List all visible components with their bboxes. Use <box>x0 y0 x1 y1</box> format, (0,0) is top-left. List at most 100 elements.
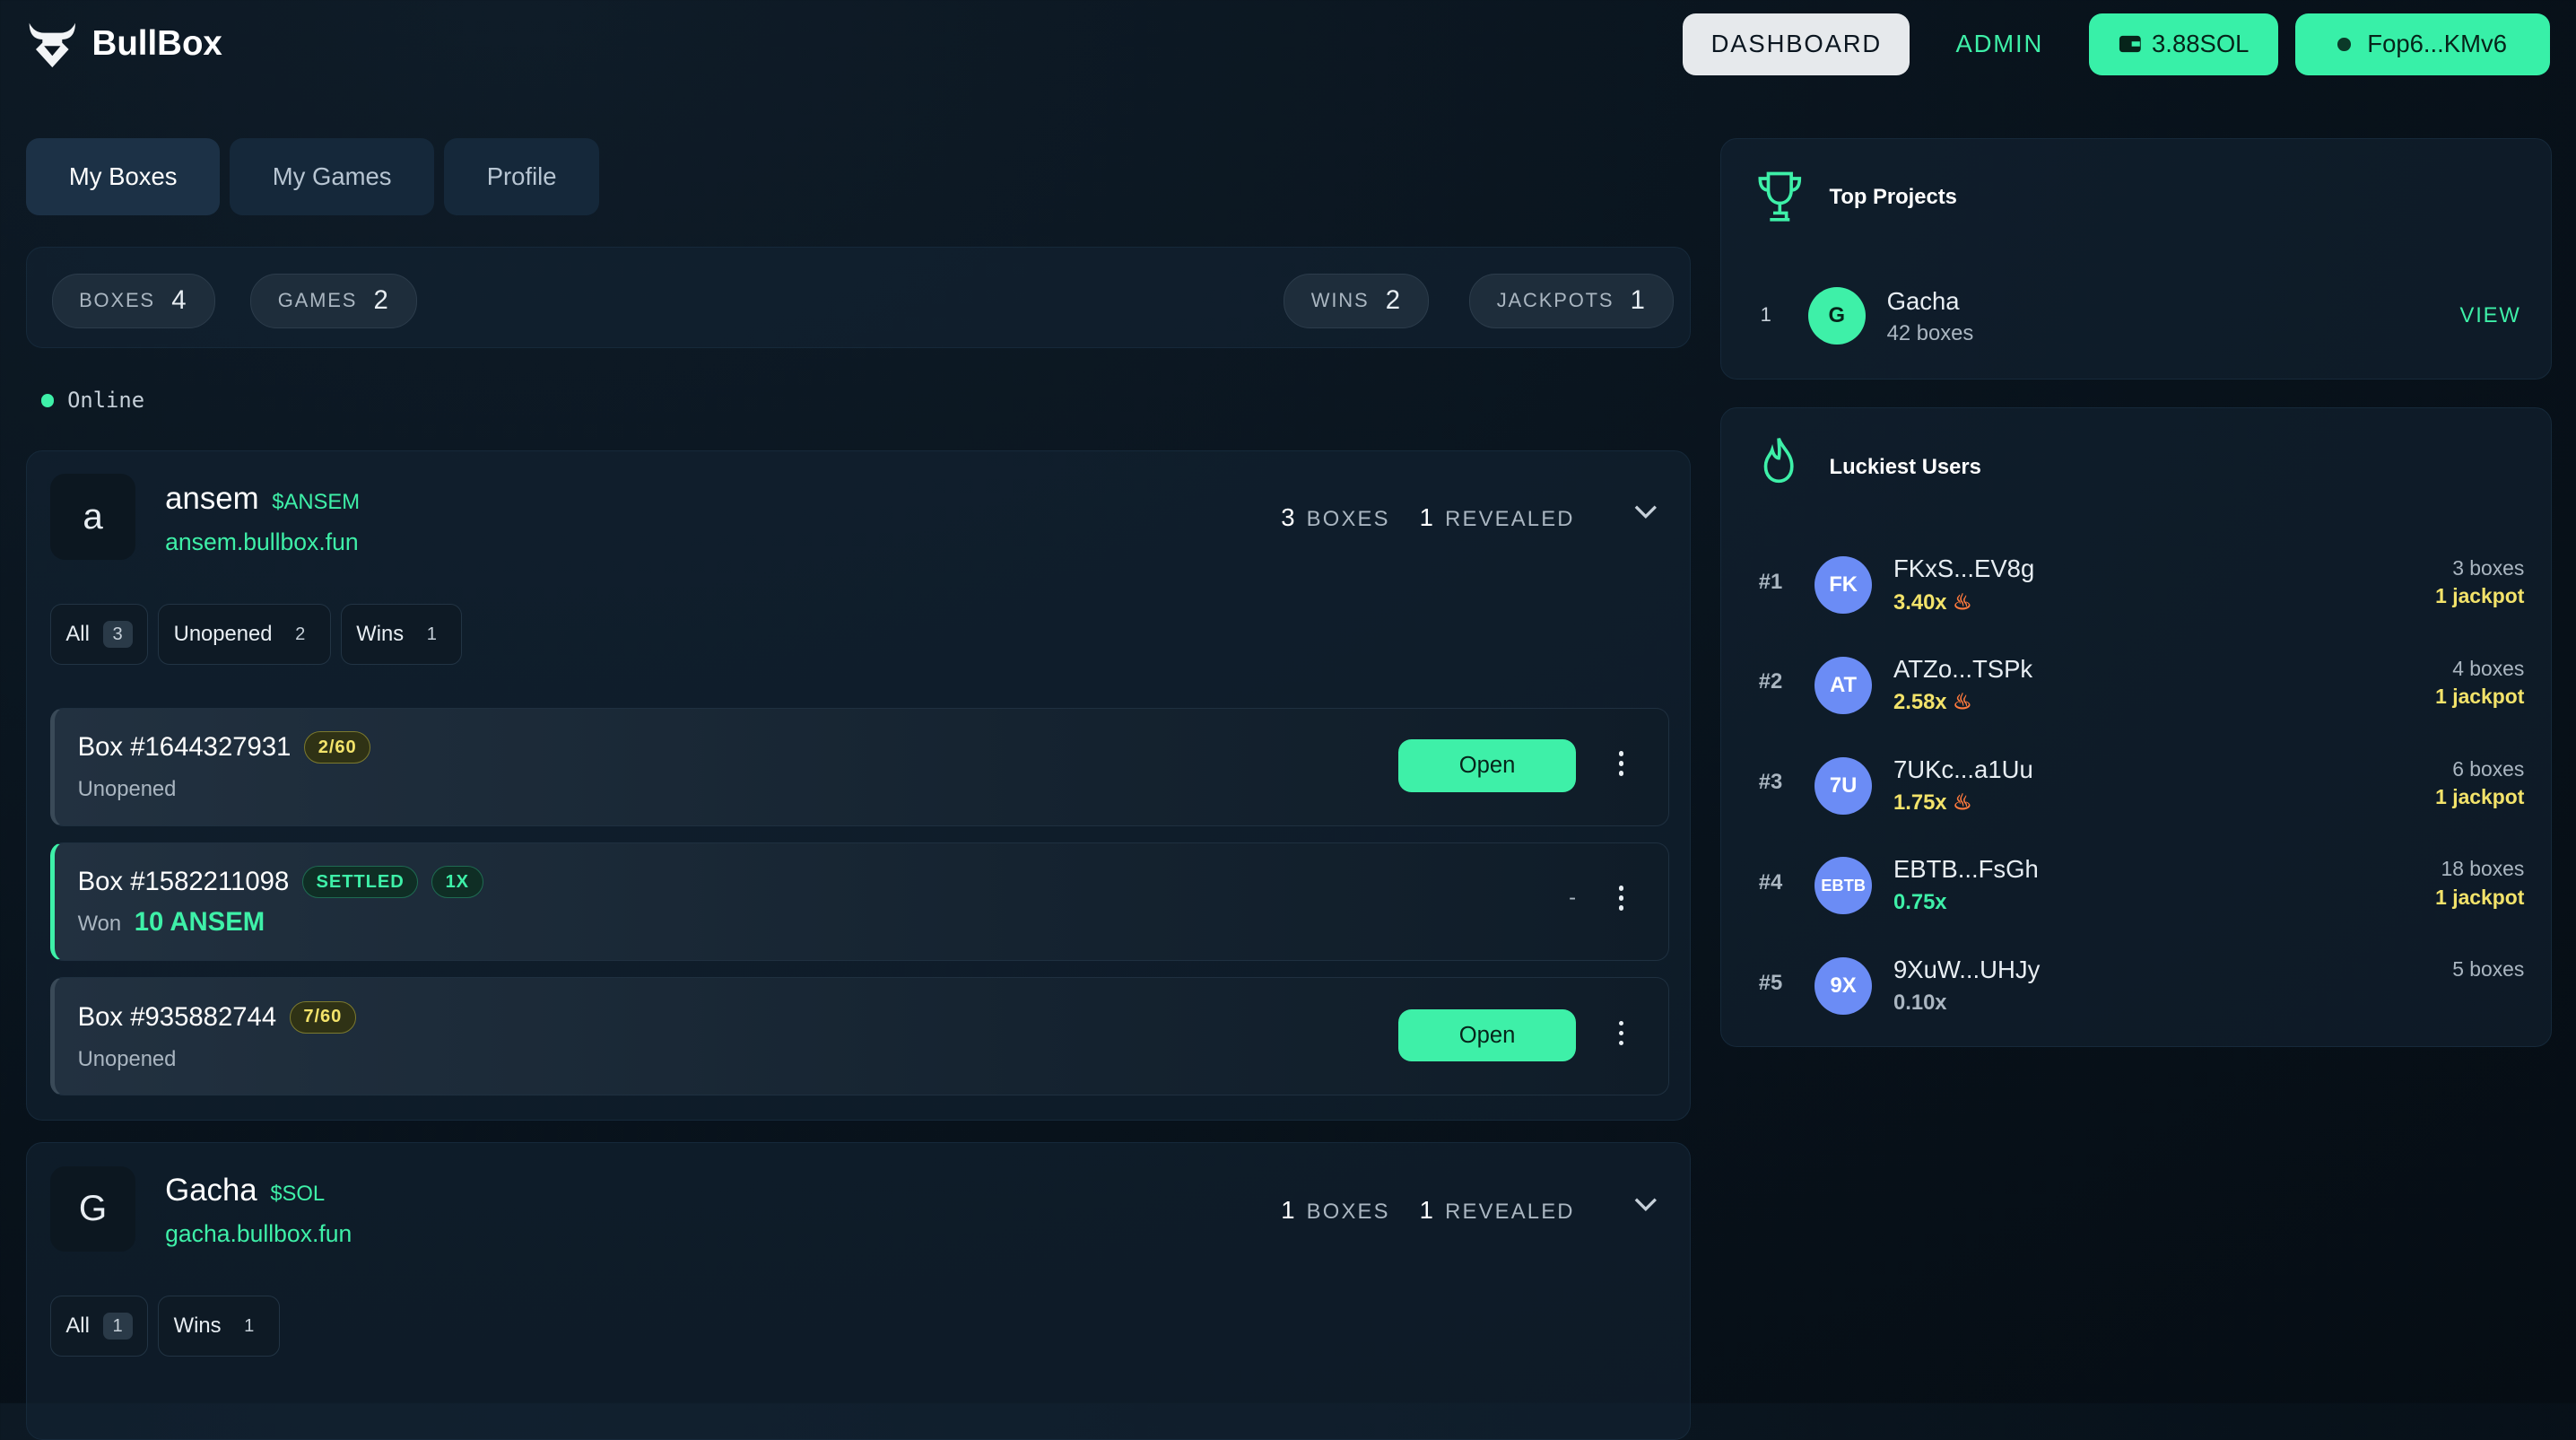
chevron-down-icon[interactable] <box>1634 503 1658 519</box>
filter-all[interactable]: All 1 <box>49 1296 149 1357</box>
box-item[interactable]: Box #935882744 7/60 Unopened Open <box>49 976 1669 1095</box>
stat-value: 4 <box>171 285 188 316</box>
revealed-count: 1 <box>1419 503 1436 532</box>
box-filters: All 3 Unopened 2 Wins 1 <box>49 604 463 666</box>
user-jackpot: 1 jackpot <box>2435 784 2525 808</box>
filter-count: 3 <box>102 620 133 649</box>
tab-my-games[interactable]: My Games <box>230 137 435 215</box>
more-icon[interactable] <box>1618 1020 1625 1051</box>
brand-logo[interactable]: BullBox <box>26 20 222 69</box>
project-boxes: 3 BOXES <box>1281 503 1389 532</box>
filter-wins[interactable]: Wins 1 <box>340 604 463 666</box>
result-label: Won <box>77 912 122 937</box>
filter-count: 1 <box>426 624 437 644</box>
fire-icon: ♨ <box>1953 589 1972 615</box>
box-item[interactable]: Box #1582211098 SETTLED 1X Won 10 ANSEM - <box>49 842 1669 961</box>
box-id: Box #1644327931 <box>77 732 292 763</box>
brand-name: BullBox <box>91 24 222 64</box>
nav-dashboard[interactable]: DASHBOARD <box>1683 13 1910 76</box>
tab-profile[interactable]: Profile <box>444 137 600 215</box>
user-row[interactable]: #2 AT ATZo...TSPk 2.58x ♨ 4 boxes 1 jackp… <box>1721 649 2551 724</box>
user-jackpot: 1 jackpot <box>2435 685 2525 709</box>
project-url[interactable]: ansem.bullbox.fun <box>165 528 358 556</box>
stat-boxes: BOXES 4 <box>51 274 215 328</box>
project-avatar: a <box>49 474 136 560</box>
filter-label: Wins <box>173 1313 222 1339</box>
stat-value: 2 <box>373 285 390 316</box>
user-stats: 3 boxes 1 jackpot <box>2435 554 2524 610</box>
stat-games: GAMES 2 <box>250 274 417 328</box>
box-filters: All 1 Wins 1 <box>49 1296 280 1357</box>
balance-value: 3.88SOL <box>2152 30 2250 58</box>
tab-my-boxes[interactable]: My Boxes <box>26 137 221 215</box>
project-card-gacha: G Gacha $SOL gacha.bullbox.fun 1 BOXES 1 RE… <box>26 1141 1691 1440</box>
settled-badge: SETTLED <box>301 866 419 899</box>
status-text: Online <box>67 388 145 414</box>
multiplier-value: 2.58x <box>1893 690 1947 715</box>
filter-unopened[interactable]: Unopened 2 <box>158 604 331 666</box>
filter-wins[interactable]: Wins 1 <box>158 1296 280 1357</box>
revealed-label: REVEALED <box>1445 507 1575 532</box>
revealed-label: REVEALED <box>1445 1199 1575 1224</box>
user-avatar: FK <box>1815 556 1873 615</box>
stat-label: WINS <box>1310 289 1370 312</box>
user-multiplier: 3.40x ♨ <box>1893 589 1972 615</box>
user-rank: #4 <box>1758 869 1783 895</box>
more-icon[interactable] <box>1618 886 1625 915</box>
revealed-count: 1 <box>1419 1195 1436 1224</box>
nav-admin[interactable]: ADMIN <box>1927 13 2074 76</box>
project-title: ansem $ANSEM <box>165 481 360 517</box>
filter-all[interactable]: All 3 <box>49 604 149 666</box>
stats-bar: BOXES 4 GAMES 2 WINS 2 JACKPOTS 1 <box>26 246 1691 349</box>
open-button[interactable]: Open <box>1398 739 1576 792</box>
project-ticker: $ANSEM <box>272 489 361 514</box>
box-item[interactable]: Box #1644327931 2/60 Unopened Open <box>49 707 1669 826</box>
box-result: Won 10 ANSEM <box>78 907 265 938</box>
project-name: ansem <box>165 480 259 516</box>
project-rank: 1 <box>1760 302 1771 326</box>
top-project-row[interactable]: 1 G Gacha 42 boxes VIEW <box>1721 284 2551 349</box>
user-multiplier: 0.10x <box>1893 990 1947 1015</box>
filter-label: All <box>65 622 90 647</box>
user-rank: #3 <box>1758 770 1783 795</box>
top-projects-panel: Top Projects 1 G Gacha 42 boxes VIEW <box>1719 137 2552 380</box>
project-meta: 3 BOXES 1 REVEALED <box>1281 503 1574 532</box>
trophy-icon <box>1758 171 1802 222</box>
project-url[interactable]: gacha.bullbox.fun <box>165 1220 352 1248</box>
view-link[interactable]: VIEW <box>2460 303 2521 328</box>
connection-status: Online <box>40 388 145 414</box>
user-avatar: 9X <box>1815 956 1873 1016</box>
no-action: - <box>1569 886 1576 911</box>
more-icon[interactable] <box>1618 751 1625 781</box>
user-box-count: 4 boxes <box>2452 656 2525 680</box>
user-avatar: 7U <box>1815 756 1873 815</box>
user-row[interactable]: #1 FK FKxS...EV8g 3.40x ♨ 3 boxes 1 jackp… <box>1721 548 2551 624</box>
filter-label: Wins <box>356 622 405 647</box>
multiplier-value: 1.75x <box>1893 790 1947 816</box>
top-projects-title: Top Projects <box>1829 185 1957 210</box>
user-row[interactable]: #3 7U 7UKc...a1Uu 1.75x ♨ 6 boxes 1 jackp… <box>1721 748 2551 824</box>
boxes-label: BOXES <box>1306 507 1390 532</box>
user-jackpot: 1 jackpot <box>2435 584 2525 608</box>
chevron-down-icon[interactable] <box>1634 1196 1658 1212</box>
balance-button[interactable]: 3.88SOL <box>2089 13 2279 76</box>
wallet-button[interactable]: Fop6...KMv6 <box>2294 13 2550 76</box>
user-row[interactable]: #5 9X 9XuW...UHJy 0.10x 5 boxes <box>1721 949 2551 1025</box>
user-multiplier: 0.75x <box>1893 889 1947 914</box>
box-title: Box #1644327931 2/60 <box>78 731 371 764</box>
user-stats: 6 boxes 1 jackpot <box>2435 755 2524 811</box>
project-box-count: 42 boxes <box>1886 321 1974 346</box>
project-avatar: G <box>1807 286 1866 345</box>
wallet-status-dot <box>2337 38 2351 51</box>
open-button[interactable]: Open <box>1398 1008 1576 1062</box>
user-row[interactable]: #4 EBTB EBTB...FsGh 0.75x 18 boxes 1 jack… <box>1721 849 2551 924</box>
boxes-count: 1 <box>1281 1195 1297 1224</box>
multiplier-value: 3.40x <box>1893 589 1947 615</box>
user-stats: 18 boxes 1 jackpot <box>2435 855 2524 911</box>
bull-icon <box>29 22 76 68</box>
online-dot <box>40 393 55 407</box>
tab-bar: My Boxes My Games Profile <box>26 137 600 215</box>
flame-icon <box>1763 437 1794 483</box>
user-avatar: AT <box>1815 656 1873 714</box>
top-nav: DASHBOARD ADMIN 3.88SOL Fop6...KMv6 <box>1683 13 2550 76</box>
